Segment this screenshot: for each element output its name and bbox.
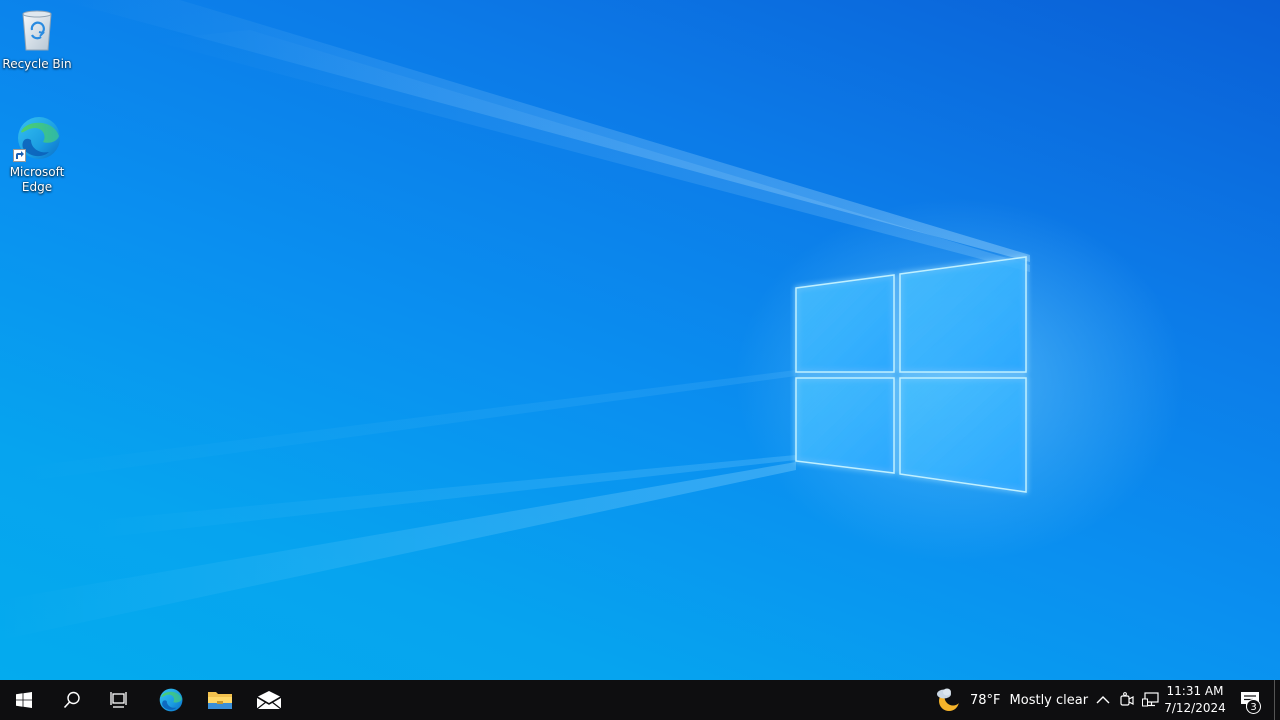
desktop-icon-recycle-bin[interactable]: Recycle Bin <box>0 6 74 72</box>
weather-temperature: 78°F <box>970 692 1001 708</box>
desktop: Recycle Bin Microsoft Edge <box>0 0 1280 680</box>
taskbar-edge-button[interactable] <box>146 680 194 720</box>
wallpaper-light-beams <box>0 0 1030 640</box>
edge-icon <box>13 114 61 162</box>
desktop-icon-label: Recycle Bin <box>2 57 72 71</box>
taskbar-mail-button[interactable] <box>245 680 293 720</box>
meet-now-icon <box>1120 692 1134 706</box>
task-view-button[interactable] <box>96 680 144 720</box>
task-view-icon <box>110 692 127 708</box>
clock-time: 11:31 AM <box>1166 684 1224 698</box>
weather-widget[interactable]: 78°F Mostly clear <box>934 680 1088 720</box>
start-button[interactable] <box>0 680 48 720</box>
edge-icon <box>159 688 183 712</box>
weather-condition: Mostly clear <box>1009 692 1089 708</box>
search-button[interactable] <box>48 680 96 720</box>
show-desktop-button[interactable] <box>1274 680 1280 720</box>
taskbar-file-explorer-button[interactable] <box>196 680 244 720</box>
windows-logo-wallpaper <box>795 256 1027 493</box>
search-icon <box>63 691 80 709</box>
taskbar: 78°F Mostly clear 11:31 AM 7/12/2024 <box>0 680 1280 720</box>
folder-icon <box>208 692 232 709</box>
chevron-up-icon <box>1096 696 1110 704</box>
network-icon <box>1142 692 1159 707</box>
windows-start-icon <box>16 692 32 708</box>
moon-cloud-icon <box>934 686 962 714</box>
meet-now-button[interactable] <box>1116 680 1138 720</box>
clock[interactable]: 11:31 AM 7/12/2024 <box>1164 680 1226 720</box>
mail-icon <box>256 691 282 710</box>
notification-count-badge: 3 <box>1246 699 1261 714</box>
network-button[interactable] <box>1140 680 1162 720</box>
show-hidden-icons-button[interactable] <box>1092 680 1114 720</box>
shortcut-arrow-icon <box>13 149 26 162</box>
desktop-icon-microsoft-edge[interactable]: Microsoft Edge <box>0 114 74 195</box>
clock-date: 7/12/2024 <box>1164 701 1226 715</box>
recycle-bin-icon <box>13 6 61 54</box>
desktop-icon-label: Microsoft Edge <box>9 165 65 194</box>
